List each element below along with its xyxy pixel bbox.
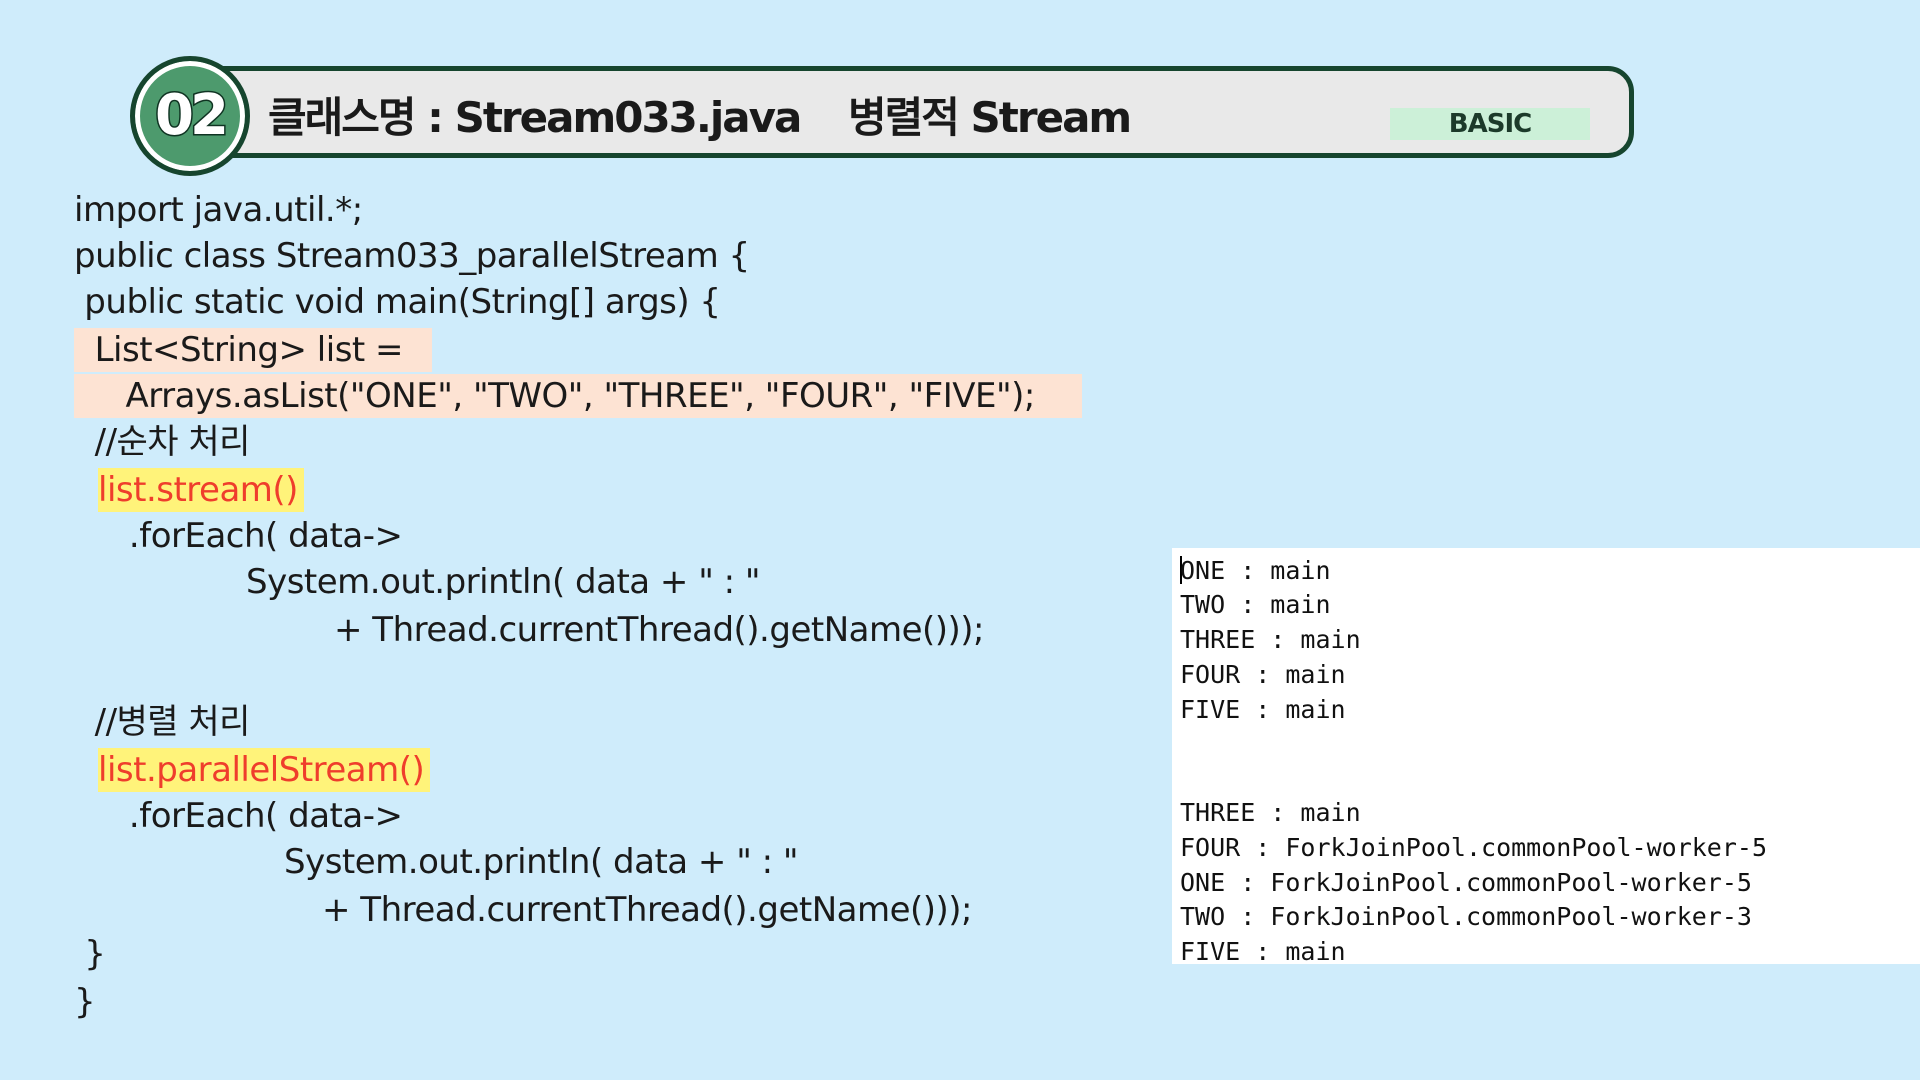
code-line: public static void main(String[] args) {	[74, 282, 721, 322]
code-line: }	[74, 934, 106, 974]
code-comment: //순차 처리	[74, 422, 251, 462]
code-line: public class Stream033_parallelStream {	[74, 236, 750, 276]
console-output-panel: ONE : main TWO : main THREE : main FOUR …	[1172, 548, 1920, 966]
code-line: System.out.println( data + " : "	[246, 562, 761, 602]
code-line: + Thread.currentThread().getName()));	[322, 890, 973, 930]
code-line: .forEach( data->	[98, 516, 403, 556]
console-line: ONE : main	[1180, 556, 1331, 585]
console-line: ONE : ForkJoinPool.commonPool-worker-5	[1180, 868, 1752, 897]
code-line: + Thread.currentThread().getName()));	[334, 610, 985, 650]
console-line: TWO : main	[1180, 590, 1331, 619]
topic-title: 병렬적 Stream	[848, 93, 1132, 142]
code-comment: //병렬 처리	[74, 702, 251, 742]
section-number: 02	[154, 83, 231, 148]
parallel-stream-call-highlight: list.parallelStream()	[98, 748, 431, 792]
code-line-highlighted: List<String> list =	[74, 328, 432, 372]
code-line-highlighted: Arrays.asList("ONE", "TWO", "THREE", "FO…	[74, 374, 1082, 418]
console-line: FOUR : main	[1180, 660, 1346, 689]
code-line: }	[74, 982, 96, 1022]
code-line: import java.util.*;	[74, 190, 363, 230]
stream-call-highlight: list.stream()	[98, 468, 304, 512]
code-line: .forEach( data->	[98, 796, 403, 836]
class-name-title: 클래스명 : Stream033.java	[268, 93, 802, 142]
code-line: System.out.println( data + " : "	[284, 842, 799, 882]
console-line: THREE : main	[1180, 798, 1361, 827]
level-tag: BASIC	[1390, 108, 1590, 140]
console-line: FOUR : ForkJoinPool.commonPool-worker-5	[1180, 833, 1767, 862]
console-line: FIVE : main	[1180, 695, 1346, 724]
console-line: THREE : main	[1180, 625, 1361, 654]
console-line: FIVE : main	[1180, 937, 1346, 966]
section-number-badge: 02	[130, 56, 250, 176]
console-line: TWO : ForkJoinPool.commonPool-worker-3	[1180, 902, 1752, 931]
